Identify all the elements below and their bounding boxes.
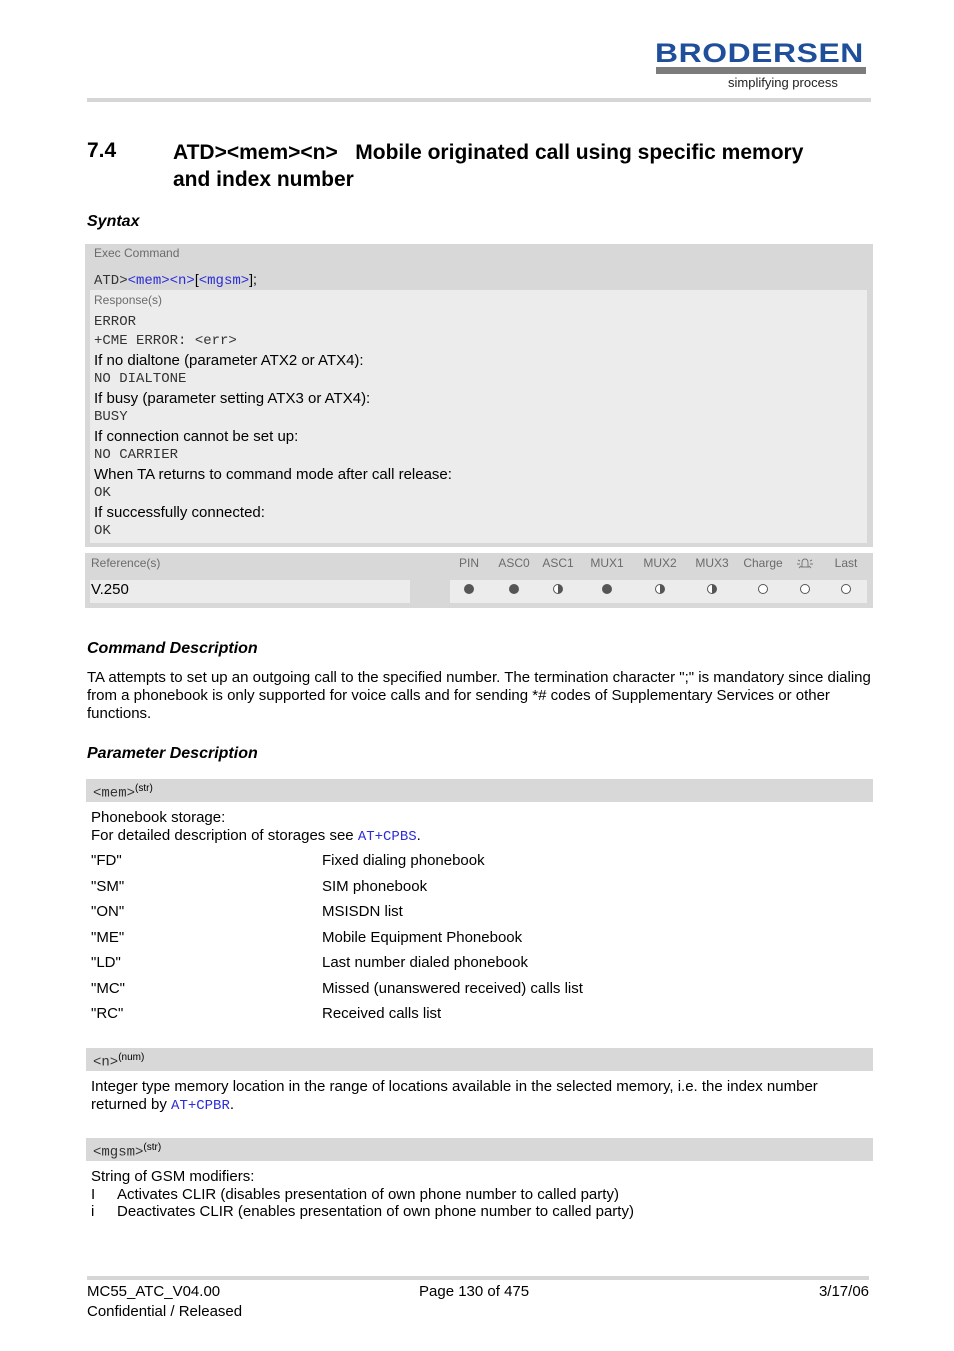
exec-command-label: Exec Command bbox=[94, 246, 180, 260]
n-description-line1: Integer type memory location in the rang… bbox=[91, 1078, 818, 1095]
availability-half-circle-icon bbox=[655, 584, 665, 594]
column-label-charge: Charge bbox=[743, 556, 783, 570]
availability-empty-circle-icon bbox=[841, 584, 851, 594]
response-code: +CME ERROR: <err> bbox=[94, 333, 237, 349]
mem-value-key: "MC" bbox=[91, 979, 125, 997]
response-condition: If connection cannot be set up: bbox=[94, 428, 299, 445]
alarm-icon bbox=[796, 556, 814, 575]
param-header-n: <n>(num) bbox=[86, 1048, 873, 1071]
mem-detail: For detailed description of storages see… bbox=[91, 827, 877, 846]
footer-status: Confidential / Released bbox=[87, 1303, 243, 1320]
command-description-heading: Command Description bbox=[87, 640, 258, 657]
availability-full-circle-icon bbox=[464, 584, 474, 594]
reference-value: V.250 bbox=[91, 581, 129, 598]
mem-value-description: Last number dialed phonebook bbox=[322, 954, 528, 971]
mem-value-key: "ON" bbox=[91, 903, 125, 920]
mgsm-modifier-description: Deactivates CLIR (enables presentation o… bbox=[117, 1203, 634, 1220]
footer-page-number: Page 130 of 475 bbox=[419, 1283, 530, 1300]
availability-half-circle-icon bbox=[707, 584, 717, 594]
mem-value-description: Fixed dialing phonebook bbox=[322, 852, 485, 869]
responses-label: Response(s) bbox=[94, 293, 163, 307]
brand-logo: BRODERSEN bbox=[655, 38, 864, 68]
column-label-asc0: ASC0 bbox=[498, 556, 530, 570]
mem-value-key: "SM" bbox=[91, 877, 125, 895]
command-description-text: TA attempts to set up an outgoing call t… bbox=[87, 669, 871, 722]
header-divider bbox=[87, 98, 871, 102]
section-number: 7.4 bbox=[87, 139, 117, 162]
link-at-cpbr[interactable]: AT+CPBR bbox=[171, 1098, 230, 1114]
response-condition: If no dialtone (parameter ATX2 or ATX4): bbox=[94, 352, 364, 369]
section-title-line1: ATD><mem><n> Mobile originated call usin… bbox=[173, 141, 804, 164]
mem-value-description: Missed (unanswered received) calls list bbox=[322, 979, 583, 997]
n-description-prefix: returned by bbox=[91, 1096, 172, 1113]
command-syntax: ATD><mem><n>[<mgsm>]; bbox=[94, 270, 257, 290]
param-name-mgsm: <mgsm> bbox=[93, 1144, 144, 1161]
availability-full-circle-icon bbox=[602, 584, 612, 594]
column-label-mux2: MUX2 bbox=[643, 556, 677, 570]
param-name-n: <n> bbox=[93, 1054, 119, 1071]
mem-value-key: "ME" bbox=[91, 928, 125, 946]
section-title-line2: and index number bbox=[173, 168, 354, 191]
response-condition: When TA returns to command mode after ca… bbox=[94, 466, 452, 483]
column-label-mux3: MUX3 bbox=[695, 556, 729, 570]
parameter-description-heading: Parameter Description bbox=[87, 745, 258, 762]
mem-detail-suffix: . bbox=[416, 827, 421, 844]
mem-value-description: Mobile Equipment Phonebook bbox=[322, 928, 523, 946]
mgsm-modifier-description: Activates CLIR (disables presentation of… bbox=[117, 1186, 619, 1203]
column-label-last: Last bbox=[834, 556, 858, 570]
reference-panel bbox=[90, 580, 410, 603]
response-code: OK bbox=[94, 523, 111, 539]
mem-value-key: "LD" bbox=[91, 954, 121, 971]
mgsm-modifier-key: I bbox=[91, 1186, 96, 1203]
n-description-line2: returned by AT+CPBR. bbox=[91, 1096, 877, 1115]
mem-detail-text: For detailed description of storages see bbox=[91, 827, 358, 844]
availability-full-circle-icon bbox=[509, 584, 519, 594]
param-link-mem[interactable]: <mem> bbox=[128, 273, 170, 289]
responses-list: ERROR +CME ERROR: <err> If no dialtone (pa… bbox=[94, 313, 864, 541]
response-code: NO CARRIER bbox=[94, 447, 179, 463]
response-code: BUSY bbox=[94, 409, 128, 425]
response-code: NO DIALTONE bbox=[94, 371, 187, 387]
param-link-mgsm[interactable]: <mgsm> bbox=[199, 273, 249, 289]
reference-label: Reference(s) bbox=[91, 556, 161, 570]
mem-value-key: "FD" bbox=[91, 852, 122, 869]
mgsm-intro: String of GSM modifiers: bbox=[91, 1168, 255, 1185]
mem-intro: Phonebook storage: bbox=[91, 809, 226, 826]
response-code: ERROR bbox=[94, 314, 137, 330]
column-label-mux1: MUX1 bbox=[590, 556, 624, 570]
param-header-mem: <mem>(str) bbox=[86, 779, 873, 802]
mem-value-key: "RC" bbox=[91, 1005, 124, 1022]
footer-date: 3/17/06 bbox=[818, 1283, 869, 1300]
logo-bar bbox=[656, 67, 866, 74]
command-suffix: ]; bbox=[249, 271, 257, 287]
mgsm-modifier-key: i bbox=[91, 1203, 95, 1220]
mem-value-description: Received calls list bbox=[322, 1005, 442, 1022]
footer-divider bbox=[87, 1276, 869, 1280]
param-name-mem: <mem> bbox=[93, 785, 136, 802]
section-title: ATD><mem><n> Mobile originated call usin… bbox=[173, 139, 873, 193]
column-label-asc1: ASC1 bbox=[542, 556, 574, 570]
param-link-n[interactable]: <n> bbox=[170, 273, 195, 289]
param-type-n: (num) bbox=[118, 1052, 145, 1063]
mem-value-description: MSISDN list bbox=[322, 903, 403, 920]
response-condition: If successfully connected: bbox=[94, 504, 265, 521]
availability-empty-circle-icon bbox=[758, 584, 768, 594]
logo-tagline: simplifying process bbox=[728, 75, 838, 90]
param-type-mgsm: (str) bbox=[143, 1142, 162, 1153]
link-at-cpbs[interactable]: AT+CPBS bbox=[358, 829, 417, 845]
response-code: OK bbox=[94, 485, 111, 501]
column-label-pin: PIN bbox=[458, 556, 479, 570]
availability-half-circle-icon bbox=[553, 584, 563, 594]
n-description-suffix: . bbox=[229, 1096, 235, 1113]
footer-doc-id: MC55_ATC_V04.00 bbox=[87, 1283, 221, 1300]
mem-value-description: SIM phonebook bbox=[322, 877, 428, 895]
command-prefix: ATD> bbox=[94, 273, 128, 289]
syntax-heading: Syntax bbox=[87, 213, 140, 230]
availability-empty-circle-icon bbox=[800, 584, 810, 594]
response-condition: If busy (parameter setting ATX3 or ATX4)… bbox=[94, 390, 371, 407]
param-type-mem: (str) bbox=[135, 783, 153, 794]
param-header-mgsm: <mgsm>(str) bbox=[86, 1138, 873, 1161]
